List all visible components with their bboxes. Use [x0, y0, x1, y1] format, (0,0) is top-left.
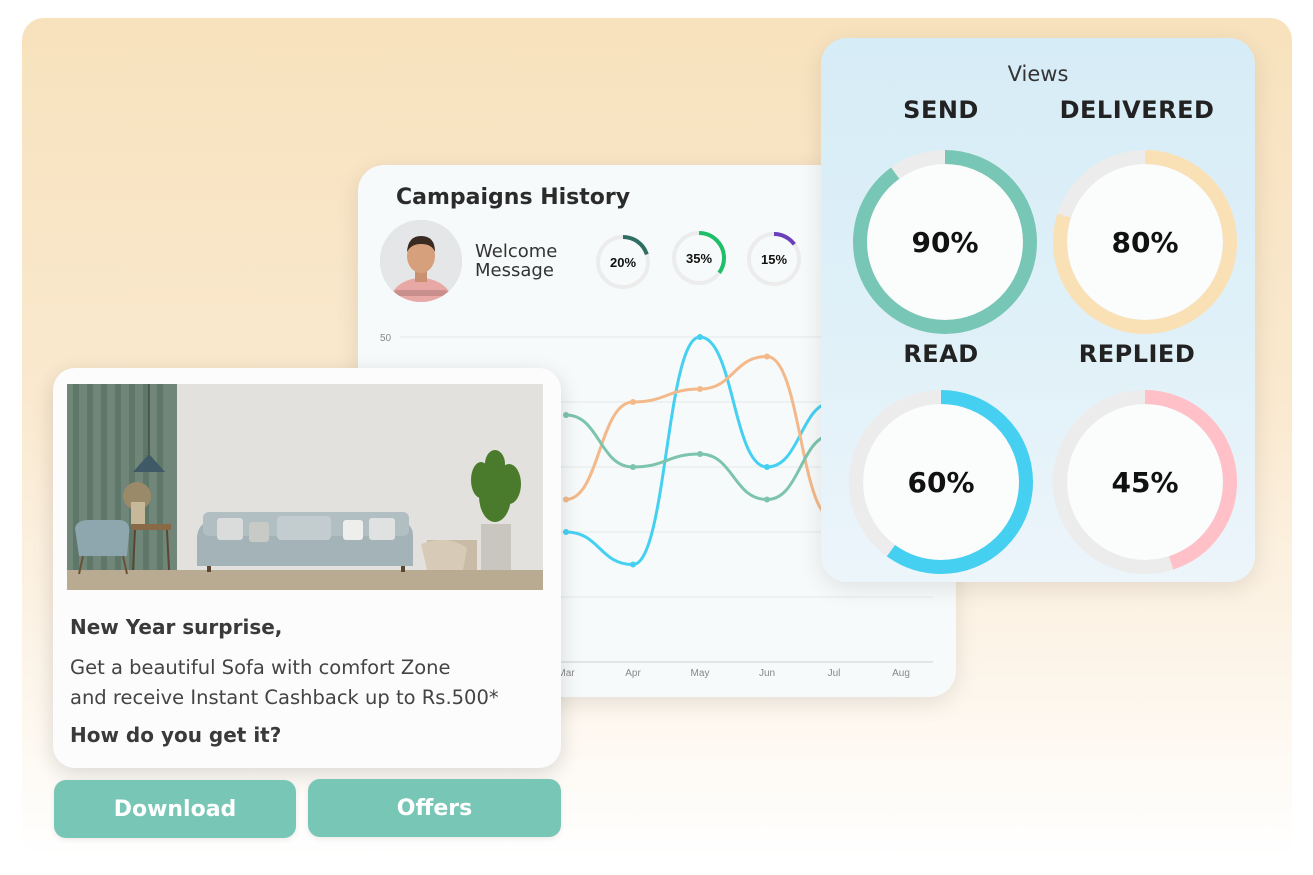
data-point — [630, 464, 636, 470]
data-point — [697, 451, 703, 457]
living-room-illustration — [67, 384, 543, 590]
views-stat-label: DELIVERED — [1059, 96, 1215, 124]
offer-card: New Year surprise, Get a beautiful Sofa … — [53, 368, 561, 768]
mini-stat-ring: 15% — [747, 232, 801, 286]
data-point — [630, 399, 636, 405]
y-tick-label: 50 — [380, 333, 392, 344]
x-tick-label: Jun — [759, 668, 775, 679]
views-title: Views — [1007, 62, 1069, 86]
campaigns-history-title: Campaigns History — [396, 185, 631, 210]
download-button[interactable]: Download — [54, 780, 296, 838]
x-tick-label: Jul — [828, 668, 841, 679]
offer-heading: New Year surprise, — [70, 615, 283, 639]
mini-stat-ring: 35% — [672, 231, 726, 285]
data-point — [563, 529, 569, 535]
series-line — [565, 354, 835, 521]
mini-stat-ring: 20% — [596, 235, 650, 289]
data-point — [563, 496, 569, 503]
avatar[interactable] — [380, 220, 462, 302]
welcome-message-label: Welcome Message — [475, 241, 558, 281]
avatar-image — [380, 220, 462, 302]
views-stat-label: REPLIED — [1078, 340, 1196, 368]
data-point — [630, 561, 636, 568]
x-tick-label: Apr — [625, 668, 641, 679]
series-line — [565, 413, 835, 502]
views-stat-value: 60% — [907, 465, 975, 499]
sofa-image — [67, 384, 543, 590]
data-point — [764, 496, 770, 503]
views-stat-value: 90% — [911, 225, 979, 259]
views-stat-value: 80% — [1111, 225, 1179, 259]
data-point — [697, 386, 703, 392]
data-point — [764, 464, 770, 470]
views-stat-label: SEND — [903, 96, 979, 124]
mini-stat-value: 35% — [685, 250, 713, 266]
data-point — [697, 334, 703, 340]
x-tick-label: May — [691, 668, 710, 679]
offers-button[interactable]: Offers — [308, 779, 561, 837]
views-card: Views SEND 90% DELIVERED 80% READ 60% REPLIED 4… — [821, 38, 1255, 582]
views-stat-ring: 90% — [853, 150, 1037, 334]
data-point — [764, 353, 770, 360]
offer-body: Get a beautiful Sofa with comfort Zone a… — [70, 656, 499, 709]
views-stat-label: READ — [903, 340, 979, 368]
views-stat-value: 45% — [1111, 465, 1179, 499]
mini-stat-value: 20% — [609, 254, 637, 270]
x-tick-label: Aug — [892, 668, 910, 679]
views-stat-ring: 60% — [849, 390, 1033, 574]
views-stat-ring: 45% — [1053, 390, 1237, 574]
mini-stat-value: 15% — [760, 251, 788, 267]
offer-question: How do you get it? — [70, 723, 282, 747]
stage: Campaigns History Welcome Message 20% 35%… — [0, 0, 1313, 875]
views-stat-ring: 80% — [1053, 150, 1237, 334]
data-point — [563, 412, 569, 418]
